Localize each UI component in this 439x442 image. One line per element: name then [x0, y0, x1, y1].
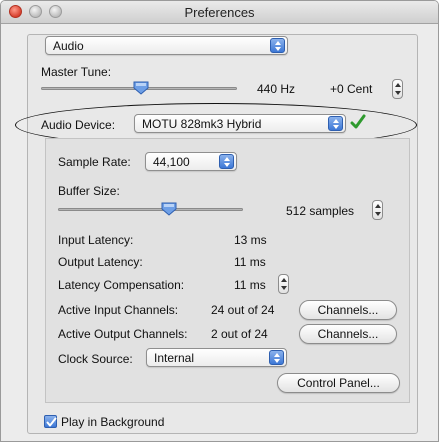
audio-device-label: Audio Device: — [41, 118, 116, 132]
popup-arrows-icon — [269, 350, 284, 365]
latency-compensation-label: Latency Compensation: — [58, 278, 185, 292]
input-latency-label: Input Latency: — [58, 233, 134, 247]
play-in-background-label: Play in Background — [61, 415, 165, 429]
audio-device-popup[interactable]: MOTU 828mk3 Hybrid — [134, 114, 346, 133]
clock-source-value: Internal — [154, 351, 195, 365]
popup-arrows-icon — [219, 154, 234, 169]
input-latency-value: 13 ms — [234, 233, 267, 247]
active-output-channels-value: 2 out of 24 — [211, 327, 268, 341]
master-tune-hz: 440 Hz — [257, 82, 296, 96]
output-latency-value: 11 ms — [234, 255, 266, 269]
sample-rate-label: Sample Rate: — [58, 155, 131, 169]
clock-source-label: Clock Source: — [58, 352, 133, 366]
output-channels-button[interactable]: Channels... — [299, 324, 397, 344]
title-bar[interactable]: Preferences — [1, 1, 438, 24]
latency-compensation-value: 11 ms — [234, 278, 266, 292]
control-panel-button[interactable]: Control Panel... — [277, 373, 400, 393]
master-tune-slider-knob[interactable] — [133, 81, 149, 95]
buffer-size-label: Buffer Size: — [58, 184, 120, 198]
master-tune-stepper[interactable] — [392, 79, 403, 99]
play-in-background-checkbox[interactable] — [44, 415, 57, 428]
latency-compensation-stepper[interactable] — [278, 274, 289, 294]
active-input-channels-value: 24 out of 24 — [211, 303, 275, 317]
popup-arrows-icon — [270, 38, 285, 53]
input-channels-button[interactable]: Channels... — [299, 300, 397, 320]
checkmark-icon — [46, 417, 57, 427]
master-tune-label: Master Tune: — [41, 65, 112, 79]
buffer-size-slider-knob[interactable] — [161, 202, 177, 216]
preferences-window: Preferences Audio Master Tune: 440 Hz +0… — [0, 0, 439, 442]
master-tune-cent: +0 Cent — [330, 82, 373, 96]
section-popup[interactable]: Audio — [45, 36, 288, 55]
audio-device-value: MOTU 828mk3 Hybrid — [142, 117, 262, 131]
buffer-size-value: 512 samples — [286, 204, 355, 218]
popup-arrows-icon — [328, 116, 343, 131]
section-popup-value: Audio — [53, 39, 84, 53]
buffer-size-stepper[interactable] — [372, 200, 383, 220]
window-title: Preferences — [184, 5, 255, 20]
output-latency-label: Output Latency: — [58, 255, 143, 269]
clock-source-popup[interactable]: Internal — [146, 348, 287, 367]
sample-rate-value: 44,100 — [153, 155, 190, 169]
green-checkmark-icon — [350, 114, 366, 129]
active-input-channels-label: Active Input Channels: — [58, 303, 179, 317]
active-output-channels-label: Active Output Channels: — [58, 327, 188, 341]
sample-rate-popup[interactable]: 44,100 — [145, 152, 237, 171]
buffer-size-slider-track[interactable] — [58, 208, 243, 211]
